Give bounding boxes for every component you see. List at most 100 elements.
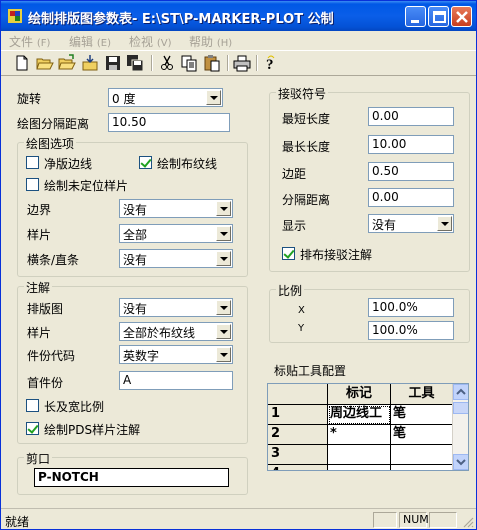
- length-width-ratio-label: 长及宽比例: [44, 400, 105, 414]
- net-edge-checkbox[interactable]: [26, 156, 39, 169]
- menu-edit[interactable]: 编辑 (E): [69, 33, 111, 50]
- menu-help[interactable]: 帮助 (H): [189, 33, 232, 50]
- plot-gap-input[interactable]: 10.50: [108, 113, 230, 132]
- maximize-button[interactable]: [428, 6, 449, 27]
- save-all-icon[interactable]: [126, 54, 144, 72]
- chevron-down-icon[interactable]: [216, 226, 231, 241]
- resize-grip-icon[interactable]: [462, 516, 474, 528]
- annotation-piece-select[interactable]: 全部於布纹线: [119, 322, 233, 341]
- grid-cell-mark[interactable]: 周边线工: [328, 405, 391, 425]
- code-select[interactable]: 英数字: [119, 345, 233, 364]
- chevron-down-icon[interactable]: [216, 300, 231, 315]
- row-number[interactable]: 3: [268, 445, 328, 465]
- column-header-tool[interactable]: 工具: [391, 384, 453, 405]
- piece-select[interactable]: 全部: [119, 224, 233, 243]
- draw-pds-checkbox[interactable]: [26, 422, 39, 435]
- first-piece-input[interactable]: A: [119, 371, 233, 390]
- min-length-input[interactable]: 0.00: [368, 107, 454, 126]
- border-label: 边界: [27, 203, 52, 217]
- save-icon[interactable]: [104, 54, 122, 72]
- group-title: 绘图选项: [24, 135, 77, 152]
- chevron-down-icon[interactable]: [216, 251, 231, 266]
- chevron-down-icon[interactable]: [206, 90, 221, 105]
- draw-unplaced-checkbox[interactable]: [26, 178, 39, 191]
- row-number[interactable]: 1: [268, 405, 328, 425]
- help-icon[interactable]: ?: [262, 54, 280, 73]
- label-tool-title: 标贴工具配置: [274, 364, 347, 378]
- layout-select[interactable]: 没有: [119, 298, 233, 317]
- row-number[interactable]: 4: [268, 465, 328, 470]
- title-bar[interactable]: 绘制排版图参数表- E:\ST\P-MARKER-PLOT 公制: [1, 1, 476, 31]
- border-value: 没有: [123, 203, 148, 217]
- cut-icon[interactable]: [158, 54, 176, 72]
- draw-grain-label: 绘制布纹线: [157, 157, 218, 171]
- scroll-thumb[interactable]: [453, 402, 468, 414]
- grid-cell-mark[interactable]: [328, 465, 391, 470]
- grid-cell-tool[interactable]: [391, 445, 453, 465]
- group-title: 注解: [24, 279, 53, 296]
- grid-cell-tool[interactable]: [391, 465, 453, 470]
- chevron-down-icon[interactable]: [437, 216, 452, 231]
- chevron-down-icon[interactable]: [216, 324, 231, 339]
- open-folder-alt-icon[interactable]: [58, 54, 76, 72]
- chevron-down-icon[interactable]: [216, 347, 231, 362]
- annotation-piece-label: 样片: [27, 326, 52, 340]
- edge-label: 边距: [282, 167, 307, 181]
- horiz-vert-select[interactable]: 没有: [119, 249, 233, 268]
- status-bar: 就绪 NUM: [1, 508, 476, 529]
- grid-cell-tool[interactable]: 笔: [391, 425, 453, 445]
- grid-scrollbar[interactable]: [452, 384, 468, 470]
- import-icon[interactable]: [81, 54, 99, 72]
- splice-note-checkbox[interactable]: [282, 247, 295, 260]
- display-select[interactable]: 没有: [368, 214, 454, 233]
- grid-cell-mark[interactable]: [328, 445, 391, 465]
- main-window: 绘制排版图参数表- E:\ST\P-MARKER-PLOT 公制 文件 (F) …: [0, 0, 477, 530]
- code-label: 件份代码: [27, 349, 76, 363]
- edge-input[interactable]: 0.50: [368, 162, 454, 181]
- column-header-mark[interactable]: 标记: [328, 384, 391, 405]
- open-folder-icon[interactable]: [36, 54, 54, 72]
- net-edge-label: 净版边线: [44, 157, 93, 171]
- scroll-down-button[interactable]: [453, 454, 468, 470]
- display-label: 显示: [282, 219, 307, 233]
- plot-gap-label: 绘图分隔距离: [17, 117, 90, 131]
- scroll-up-button[interactable]: [453, 384, 468, 400]
- grid-cell-tool[interactable]: 笔: [391, 405, 453, 425]
- length-width-ratio-checkbox[interactable]: [26, 399, 39, 412]
- max-length-input[interactable]: 10.00: [368, 135, 454, 154]
- max-length-label: 最长长度: [282, 140, 331, 154]
- horiz-vert-value: 没有: [123, 253, 148, 267]
- draw-unplaced-label: 绘制未定位样片: [44, 179, 129, 193]
- minimize-button[interactable]: [405, 6, 426, 27]
- grid-cell-mark[interactable]: *: [328, 425, 391, 445]
- grid-corner: [268, 384, 328, 405]
- rotation-select[interactable]: 0 度: [108, 88, 223, 107]
- paste-icon[interactable]: [203, 54, 221, 72]
- menu-view[interactable]: 检视 (V): [129, 33, 172, 50]
- copy-icon[interactable]: [180, 54, 198, 72]
- gap-input[interactable]: 0.00: [368, 188, 454, 207]
- toolbar: ?: [1, 50, 476, 76]
- draw-grain-checkbox[interactable]: [139, 156, 152, 169]
- print-icon[interactable]: [233, 54, 251, 72]
- splice-note-label: 排布接驳注解: [300, 248, 373, 262]
- scale-x-input[interactable]: 100.0%: [368, 298, 454, 317]
- layout-value: 没有: [123, 302, 148, 316]
- display-value: 没有: [372, 218, 397, 232]
- window-title: 绘制排版图参数表- E:\ST\P-MARKER-PLOT 公制: [28, 12, 334, 27]
- new-file-icon[interactable]: [13, 54, 31, 72]
- border-select[interactable]: 没有: [119, 199, 233, 218]
- toolbar-separator: [256, 55, 258, 71]
- group-title: 比例: [276, 282, 305, 299]
- status-panel: [429, 512, 457, 528]
- label-tool-grid[interactable]: 标记 工具 1 周边线工 笔 2 * 笔 3 4: [267, 383, 469, 471]
- menu-file[interactable]: 文件 (F): [9, 33, 50, 50]
- chevron-down-icon[interactable]: [216, 201, 231, 216]
- row-number[interactable]: 2: [268, 425, 328, 445]
- scale-y-input[interactable]: 100.0%: [368, 321, 454, 340]
- notch-input[interactable]: P-NOTCH: [34, 468, 229, 487]
- close-button[interactable]: [451, 6, 472, 27]
- toolbar-separator: [227, 55, 229, 71]
- status-panel: [373, 512, 397, 528]
- annotation-piece-value: 全部於布纹线: [123, 326, 196, 340]
